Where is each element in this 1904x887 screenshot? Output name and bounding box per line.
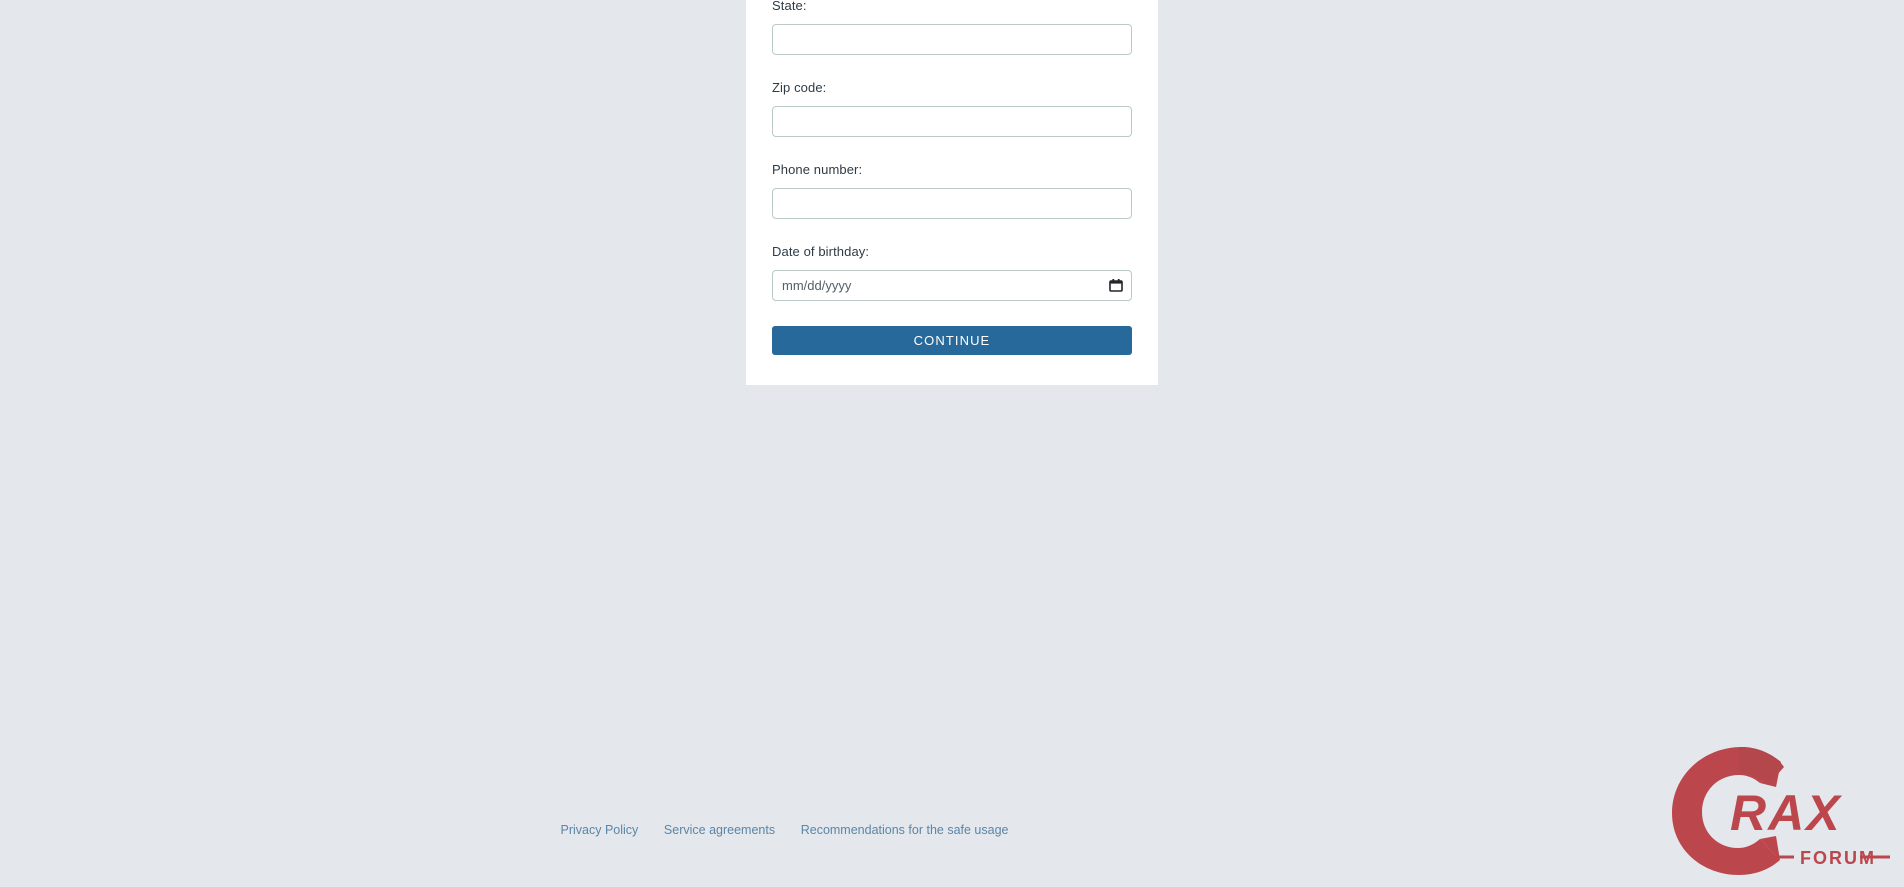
footer-link-safe-usage-recommendations[interactable]: Recommendations for the safe usage <box>801 823 1009 837</box>
zip-code-label: Zip code: <box>772 80 827 95</box>
date-of-birthday-field[interactable]: mm/dd/yyyy <box>772 270 1132 301</box>
zip-code-input[interactable] <box>772 106 1132 137</box>
date-of-birthday-label: Date of birthday: <box>772 244 870 259</box>
footer: Privacy Policy Service agreements Recomm… <box>0 822 1569 837</box>
svg-text:RAX: RAX <box>1730 785 1842 841</box>
footer-link-privacy-policy[interactable]: Privacy Policy <box>561 823 639 837</box>
footer-link-service-agreements[interactable]: Service agreements <box>664 823 775 837</box>
crax-forum-watermark-logo: RAX FORUM <box>1672 747 1890 875</box>
date-of-birthday-input[interactable] <box>772 270 1132 301</box>
form-row-state: State: <box>772 0 1132 55</box>
svg-text:FORUM: FORUM <box>1800 848 1876 868</box>
state-input[interactable] <box>772 24 1132 55</box>
state-label: State: <box>772 0 807 13</box>
crax-forum-tagline: FORUM <box>1762 848 1890 868</box>
form-row-date-of-birthday: Date of birthday: mm/dd/yyyy <box>772 244 1132 301</box>
continue-button[interactable]: CONTINUE <box>772 326 1132 355</box>
crax-crescent-icon <box>1672 747 1784 875</box>
page-viewport: Country: Algeria Address line 1: Address… <box>0 0 1904 887</box>
phone-number-input[interactable] <box>772 188 1132 219</box>
registration-card: Country: Algeria Address line 1: Address… <box>746 0 1158 385</box>
form-row-zip-code: Zip code: <box>772 80 1132 137</box>
crax-brand-text: RAX <box>1730 785 1842 841</box>
form-row-phone-number: Phone number: <box>772 162 1132 219</box>
phone-number-label: Phone number: <box>772 162 863 177</box>
